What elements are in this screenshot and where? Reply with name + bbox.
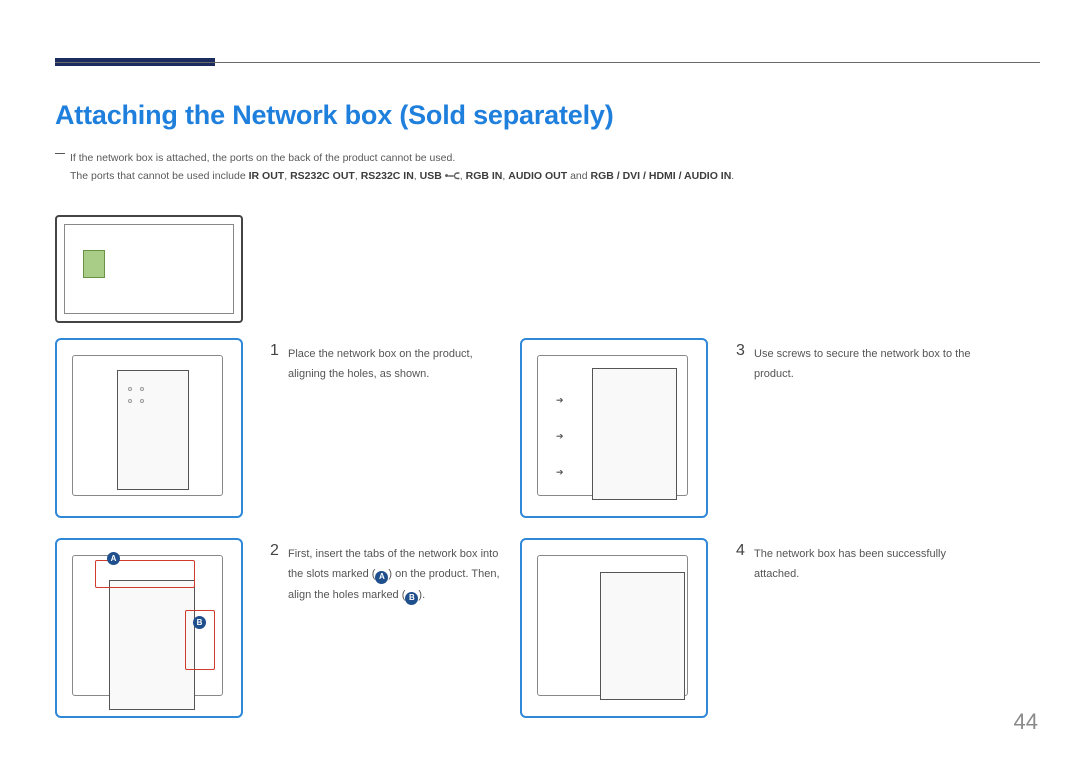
step-number: 4 bbox=[736, 542, 745, 560]
network-box bbox=[109, 580, 195, 710]
network-box bbox=[592, 368, 677, 500]
step-1-text: 1 Place the network box on the product, … bbox=[288, 344, 508, 385]
step-body: Place the network box on the product, al… bbox=[288, 344, 508, 385]
vent-hole bbox=[140, 399, 144, 403]
step-number: 3 bbox=[736, 342, 745, 360]
page-title: Attaching the Network box (Sold separate… bbox=[55, 100, 614, 131]
port-ir-out: IR OUT bbox=[249, 170, 285, 182]
step-number: 2 bbox=[270, 542, 279, 560]
usb-icon: •⎯⊂ bbox=[445, 170, 460, 183]
step-body: First, insert the tabs of the network bo… bbox=[288, 544, 508, 605]
sep-and: and bbox=[567, 170, 590, 182]
step-number: 1 bbox=[270, 342, 279, 360]
page-number: 44 bbox=[1014, 709, 1038, 735]
marker-b-icon: B bbox=[405, 592, 418, 605]
port-rgb-in: RGB IN bbox=[466, 170, 503, 182]
note-dash bbox=[55, 153, 65, 154]
step-body: Use screws to secure the network box to … bbox=[754, 344, 974, 385]
note-line-1: If the network box is attached, the port… bbox=[70, 152, 455, 164]
note-prefix: The ports that cannot be used include bbox=[70, 170, 249, 182]
network-box bbox=[117, 370, 189, 490]
step-4-text: 4 The network box has been successfully … bbox=[754, 544, 974, 585]
screw-arrow-icon bbox=[556, 426, 578, 434]
step-3-text: 3 Use screws to secure the network box t… bbox=[754, 344, 974, 385]
vent-hole bbox=[140, 387, 144, 391]
port-rgb-dvi-hdmi-audio-in: RGB / DVI / HDMI / AUDIO IN bbox=[591, 170, 732, 182]
step-4-diagram bbox=[520, 538, 708, 718]
port-rs232c-out: RS232C OUT bbox=[290, 170, 355, 182]
port-rs232c-in: RS232C IN bbox=[361, 170, 414, 182]
marker-a-icon: A bbox=[107, 552, 120, 565]
step-1-diagram bbox=[55, 338, 243, 518]
overview-network-box bbox=[83, 250, 105, 278]
note-line-2: The ports that cannot be used include IR… bbox=[70, 170, 734, 183]
header-rule bbox=[55, 62, 1040, 63]
marker-b-icon: B bbox=[193, 616, 206, 629]
screw-arrow-icon bbox=[556, 462, 578, 470]
step-3-diagram bbox=[520, 338, 708, 518]
network-box bbox=[600, 572, 685, 700]
port-audio-out: AUDIO OUT bbox=[508, 170, 567, 182]
vent-hole bbox=[128, 399, 132, 403]
screw-arrow-icon bbox=[556, 390, 578, 398]
step-2-diagram: A B bbox=[55, 538, 243, 718]
marker-a-icon: A bbox=[375, 571, 388, 584]
step-2-part3: ). bbox=[418, 589, 425, 601]
port-usb: USB bbox=[420, 170, 442, 182]
vent-hole bbox=[128, 387, 132, 391]
step-2-text: 2 First, insert the tabs of the network … bbox=[288, 544, 508, 605]
overview-diagram bbox=[55, 215, 243, 323]
step-body: The network box has been successfully at… bbox=[754, 544, 974, 585]
